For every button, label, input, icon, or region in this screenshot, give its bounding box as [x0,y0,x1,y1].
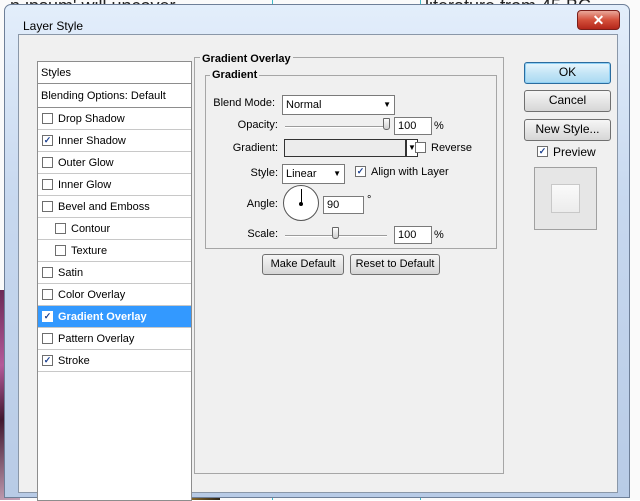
reverse-checkbox[interactable] [415,141,426,153]
effect-item[interactable]: ✓ Stroke [38,350,191,372]
effect-checkbox[interactable] [42,266,53,278]
effect-checkbox[interactable] [42,332,53,344]
cancel-label: Cancel [548,93,587,107]
effect-item[interactable]: Contour [38,218,191,240]
effect-checkbox[interactable]: ✓ [42,134,53,146]
effect-item[interactable]: Texture [38,240,191,262]
styles-header[interactable]: Styles [38,62,191,84]
effect-item[interactable]: Inner Glow [38,174,191,196]
blending-options-item[interactable]: Blending Options: Default [38,84,191,108]
dialog-body: Styles Blending Options: Default Drop Sh… [18,34,618,501]
opacity-label: Opacity: [237,119,278,131]
reverse-label: Reverse [431,142,472,154]
align-with-layer-checkbox[interactable]: ✓ [355,165,366,177]
effect-label: Satin [58,267,84,279]
effect-checkbox[interactable] [55,222,66,234]
style-select[interactable]: Linear ▼ [282,164,345,184]
reset-to-default-label: Reset to Default [355,258,435,270]
scale-label: Scale: [247,228,278,240]
blend-mode-value: Normal [286,99,322,111]
opacity-unit: % [434,120,444,132]
effect-label: Pattern Overlay [58,333,135,345]
style-preview-swatch [551,184,580,213]
preview-checkbox[interactable]: ✓ [537,146,548,158]
gradient-swatch[interactable] [284,139,406,157]
effect-checkbox[interactable] [42,112,53,124]
effect-item[interactable]: Color Overlay [38,284,191,306]
effect-item[interactable]: Satin [38,262,191,284]
blend-mode-select[interactable]: Normal ▼ [282,95,395,115]
scale-slider-thumb[interactable] [332,227,339,239]
effect-checkbox[interactable] [42,156,53,168]
close-button[interactable]: ✕ [577,10,620,30]
angle-input[interactable]: 90 [323,196,364,214]
angle-dial[interactable] [283,185,319,221]
styles-header-label: Styles [41,67,71,79]
effect-checkbox[interactable] [42,178,53,190]
effect-label: Bevel and Emboss [58,201,150,213]
blend-mode-label: Blend Mode: [213,97,275,109]
effect-checkbox[interactable] [42,200,53,212]
effect-label: Inner Shadow [58,135,126,147]
effect-checkbox[interactable]: ✓ [42,354,53,366]
effect-item[interactable]: Bevel and Emboss [38,196,191,218]
preview-row[interactable]: ✓ Preview [537,145,596,159]
angle-dial-center [299,202,303,206]
reset-to-default-button[interactable]: Reset to Default [350,254,440,275]
scale-value: 100 [398,229,417,241]
effect-label: Outer Glow [58,157,114,169]
blending-options-label: Blending Options: Default [41,90,166,102]
make-default-button[interactable]: Make Default [262,254,344,275]
effect-label: Stroke [58,355,90,367]
preview-label: Preview [553,145,596,159]
align-with-layer-row[interactable]: ✓ Align with Layer [355,165,449,178]
effect-item[interactable]: ✓ Inner Shadow [38,130,191,152]
effect-checkbox[interactable]: ✓ [42,310,53,322]
styles-list: Styles Blending Options: Default Drop Sh… [37,61,192,501]
ok-button[interactable]: OK [524,62,611,84]
opacity-slider-thumb[interactable] [383,118,390,130]
make-default-label: Make Default [270,258,336,270]
effect-checkbox[interactable] [42,288,53,300]
opacity-input[interactable]: 100 [394,117,432,135]
effect-item[interactable]: Pattern Overlay [38,328,191,350]
effect-label: Drop Shadow [58,113,125,125]
align-with-layer-label: Align with Layer [371,166,449,178]
ok-label: OK [558,65,577,79]
style-value: Linear [286,168,317,180]
scale-input[interactable]: 100 [394,226,432,244]
angle-label: Angle: [246,198,278,210]
effect-item[interactable]: Drop Shadow [38,108,191,130]
cancel-button[interactable]: Cancel [524,90,611,112]
layer-style-dialog: Layer Style ✕ Styles Blending Options: D… [4,4,630,501]
effect-label: Contour [71,223,111,235]
gradient-label: Gradient: [232,142,278,154]
style-label: Style: [250,167,278,179]
chevron-down-icon: ▼ [333,169,341,178]
effect-label: Gradient Overlay [58,311,147,323]
effect-label: Color Overlay [58,289,126,301]
scale-unit: % [434,229,444,241]
close-icon: ✕ [592,12,605,28]
angle-value: 90 [327,199,340,211]
chevron-down-icon: ▼ [383,100,391,109]
window-title: Layer Style [23,19,84,33]
opacity-value: 100 [398,120,417,132]
effect-checkbox[interactable] [55,244,66,256]
style-preview [534,167,597,230]
effect-item[interactable]: ✓ Gradient Overlay [38,306,191,328]
effect-item[interactable]: Outer Glow [38,152,191,174]
angle-unit: ° [367,194,372,206]
effect-label: Inner Glow [58,179,112,191]
section-title: Gradient Overlay [200,53,293,65]
new-style-button[interactable]: New Style... [524,119,611,141]
new-style-label: New Style... [535,122,600,136]
reverse-checkbox-row[interactable]: Reverse [415,141,472,154]
effect-label: Texture [71,245,108,257]
gradient-group-title: Gradient [210,69,260,81]
opacity-slider-track[interactable] [285,126,387,128]
effects-list: Drop Shadow ✓ Inner Shadow Outer Glow Inner … [38,108,191,372]
